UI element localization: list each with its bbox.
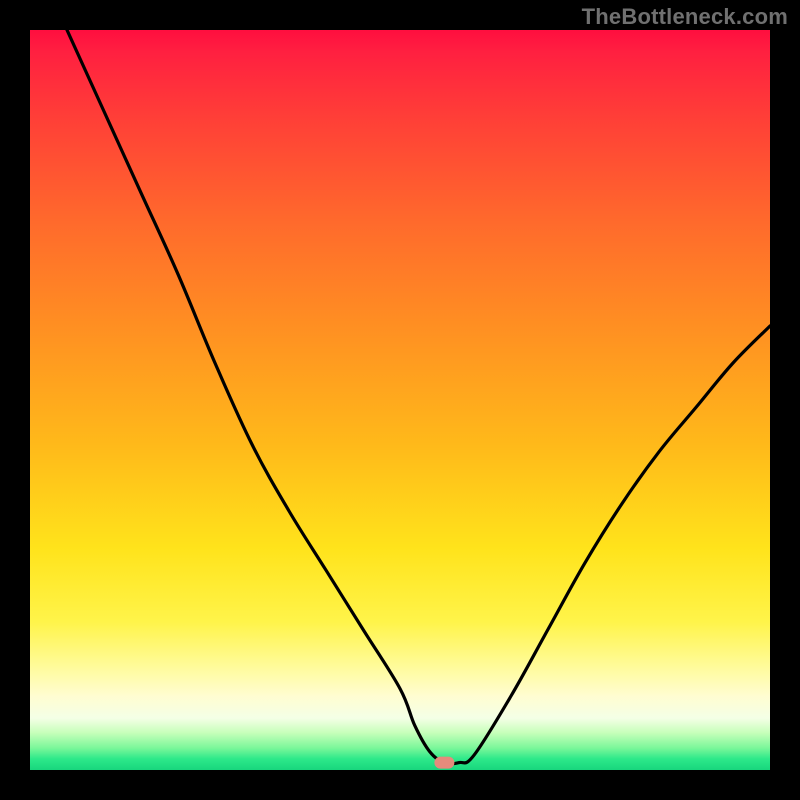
chart-frame: TheBottleneck.com xyxy=(0,0,800,800)
gradient-background xyxy=(30,30,770,770)
plot-area xyxy=(30,30,770,770)
watermark-text: TheBottleneck.com xyxy=(582,4,788,30)
